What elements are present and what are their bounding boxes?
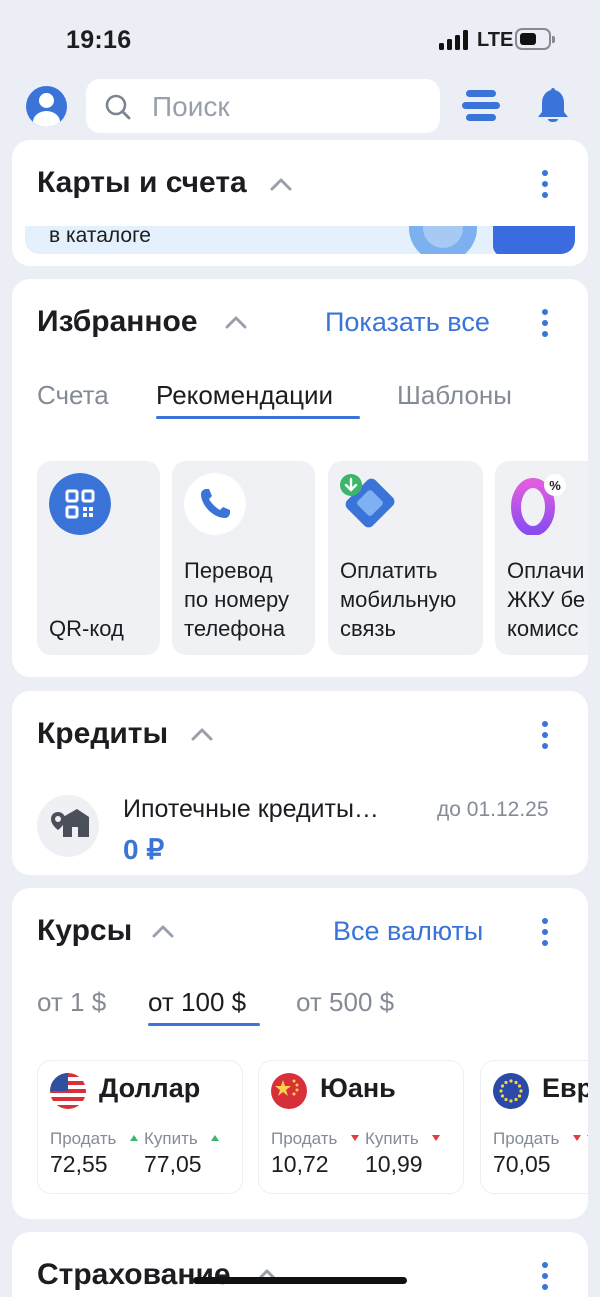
search-input[interactable]: Поиск: [86, 79, 440, 133]
currency-card-eur[interactable]: Евр Продать 70,05: [480, 1060, 588, 1194]
chevron-up-icon[interactable]: [225, 315, 247, 329]
tile-label: Оплачи ЖКУ бе комисс: [507, 558, 586, 641]
chevron-up-icon[interactable]: [270, 177, 292, 191]
currency-name: Евр: [542, 1073, 588, 1103]
buy-label: Купить: [144, 1129, 198, 1148]
network-type: LTE: [477, 29, 514, 51]
show-all-link[interactable]: Показать все: [325, 307, 490, 338]
more-icon[interactable]: [540, 1262, 550, 1290]
home-indicator[interactable]: [193, 1277, 407, 1284]
buy-rate: 10,99: [365, 1151, 423, 1177]
more-icon[interactable]: [540, 918, 550, 946]
sell-rate: 72,55: [50, 1151, 108, 1177]
favorite-tile-phone-transfer[interactable]: Перевод по номеру телефона: [172, 461, 315, 655]
sell-label: Продать: [50, 1129, 117, 1148]
more-icon[interactable]: [540, 721, 550, 749]
buy-label: Купить: [365, 1129, 419, 1148]
credits-section: Кредиты Ипотечные кредиты… до 01.12.25 0…: [12, 691, 588, 875]
status-time: 19:16: [66, 26, 132, 54]
more-icon[interactable]: [540, 170, 550, 198]
search-icon: [105, 94, 131, 120]
section-title: Карты и счета: [37, 166, 247, 199]
cards-accounts-section: Карты и счета в каталоге: [12, 140, 588, 266]
profile-avatar[interactable]: [26, 86, 67, 127]
house-icon: [37, 795, 99, 857]
sell-label: Продать: [271, 1129, 338, 1148]
menu-icon[interactable]: [462, 90, 500, 122]
tab-accounts[interactable]: Счета: [37, 380, 109, 411]
trend-up-icon: [211, 1135, 219, 1141]
tile-label: Перевод по номеру телефона: [184, 558, 289, 641]
tab-templates[interactable]: Шаблоны: [397, 380, 512, 411]
active-tab-underline: [148, 1023, 260, 1026]
signal-icon: [439, 30, 469, 50]
section-title: Курсы: [37, 914, 133, 947]
svg-text:%: %: [549, 478, 561, 493]
currency-name: Доллар: [99, 1073, 201, 1103]
tile-label: Оплатить мобильную связь: [340, 558, 457, 641]
banner-illustration: [493, 226, 575, 254]
status-bar: 19:16 LTE: [0, 0, 600, 80]
tab-from-500[interactable]: от 500 $: [296, 987, 394, 1018]
trend-up-icon: [130, 1135, 138, 1141]
banner-text: в каталоге: [49, 226, 151, 247]
section-title: Избранное: [37, 305, 198, 338]
trend-down-icon: [351, 1135, 359, 1141]
eu-flag-icon: [493, 1073, 529, 1109]
loan-due-date: до 01.12.25: [437, 798, 549, 821]
tab-recommendations[interactable]: Рекомендации: [156, 380, 333, 411]
search-placeholder: Поиск: [152, 91, 230, 122]
all-currencies-link[interactable]: Все валюты: [333, 916, 483, 947]
trend-down-icon: [573, 1135, 581, 1141]
currency-name: Юань: [320, 1073, 396, 1103]
trend-down-icon: [587, 1135, 588, 1141]
trend-down-icon: [432, 1135, 440, 1141]
sell-rate: 70,05: [493, 1151, 551, 1177]
rates-section: Курсы Все валюты от 1 $ от 100 $ от 500 …: [12, 888, 588, 1219]
section-title: Страхование: [37, 1258, 231, 1291]
bell-icon[interactable]: [536, 86, 570, 126]
favorite-tile-qr[interactable]: QR-код: [37, 461, 160, 655]
favorite-tile-mobile-payment[interactable]: Оплатить мобильную связь: [328, 461, 483, 655]
chevron-up-icon[interactable]: [152, 924, 174, 938]
sell-label: Продать: [493, 1129, 560, 1148]
zero-percent-icon: %: [511, 474, 566, 535]
chevron-up-icon[interactable]: [191, 727, 213, 741]
loan-amount: 0 ₽: [123, 834, 165, 865]
catalog-banner[interactable]: в каталоге: [25, 226, 575, 254]
currency-card-cny[interactable]: Юань Продать Купить 10,72 10,99: [258, 1060, 464, 1194]
battery-icon: [515, 28, 555, 50]
more-icon[interactable]: [540, 309, 550, 337]
phone-icon: [184, 473, 246, 535]
qr-code-icon: [49, 473, 111, 535]
favorites-section: Избранное Показать все Счета Рекомендаци…: [12, 279, 588, 677]
favorite-tile-utilities[interactable]: % Оплачи ЖКУ бе комисс: [495, 461, 588, 655]
buy-rate: 77,05: [144, 1151, 202, 1177]
sim-card-icon: [340, 474, 395, 528]
tab-from-1[interactable]: от 1 $: [37, 987, 106, 1018]
loan-name[interactable]: Ипотечные кредиты…: [123, 795, 379, 824]
currency-card-usd[interactable]: Доллар Продать Купить 72,55 77,05: [37, 1060, 243, 1194]
sell-rate: 10,72: [271, 1151, 329, 1177]
active-tab-underline: [156, 416, 360, 419]
section-title: Кредиты: [37, 717, 169, 750]
cn-flag-icon: [271, 1073, 307, 1109]
insurance-section: Страхование: [12, 1232, 588, 1297]
tile-label: QR-код: [49, 616, 124, 641]
tab-from-100[interactable]: от 100 $: [148, 987, 246, 1018]
us-flag-icon: [50, 1073, 86, 1109]
